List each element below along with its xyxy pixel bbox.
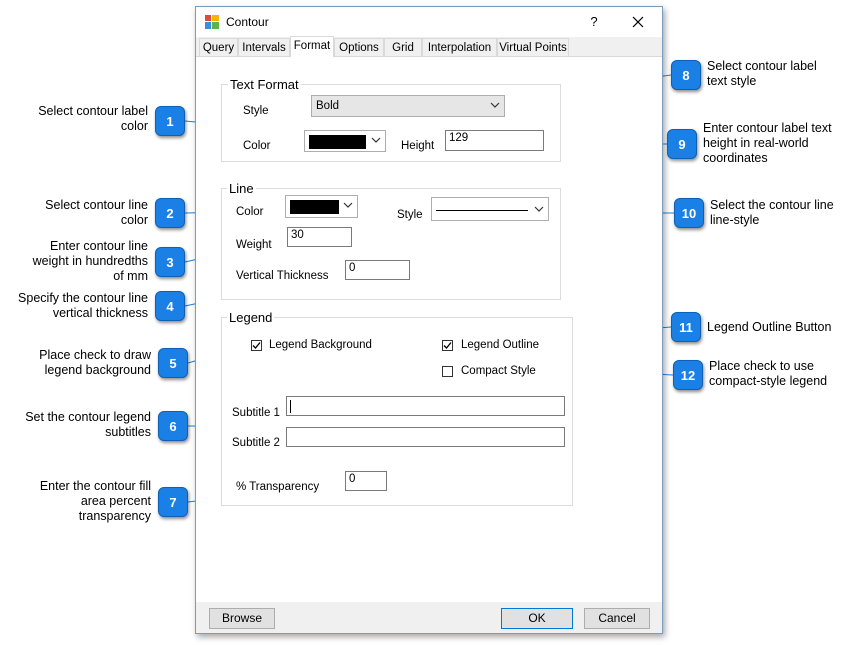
callout-1-text: Select contour label color (38, 104, 148, 133)
text-style-value: Bold (316, 100, 340, 112)
browse-button[interactable]: Browse (209, 608, 275, 629)
line-color-swatch (290, 200, 339, 214)
callout-10-badge: 10 (674, 198, 704, 228)
line-color-label: Color (236, 206, 264, 218)
weight-label: Weight (236, 239, 272, 251)
callout-10-text: Select the contour line line-style (710, 198, 834, 227)
callout-7-badge: 7 (158, 487, 188, 517)
height-label: Height (401, 140, 435, 152)
line-style-sample (436, 210, 528, 211)
callout-8-text: Select contour label text style (707, 59, 817, 88)
subtitle1-input[interactable] (286, 396, 565, 416)
compact-style-label: Compact Style (461, 365, 536, 377)
vertical-thickness-label: Vertical Thickness (236, 270, 329, 282)
legend-background-label: Legend Background (269, 339, 372, 351)
compact-style-checkbox[interactable] (442, 366, 453, 377)
legend-background-checkbox[interactable] (251, 340, 262, 351)
text-format-title: Text Format (228, 77, 301, 92)
text-style-combo[interactable]: Bold (311, 95, 505, 117)
transparency-input[interactable]: 0 (345, 471, 387, 491)
text-color-combo[interactable] (304, 130, 386, 152)
style-label: Style (243, 105, 269, 117)
callout-2-badge: 2 (155, 198, 185, 228)
callout-9-text: Enter contour label text height in real-… (703, 121, 832, 165)
callout-2-text: Select contour line color (45, 198, 148, 227)
check-icon (443, 342, 452, 349)
tab-format[interactable]: Format (290, 36, 334, 57)
callout-11-badge: 11 (671, 312, 701, 342)
format-tab-page: Text Format Style Bold Color Height 129 … (196, 56, 662, 602)
legend-outline-checkbox[interactable] (442, 340, 453, 351)
vertical-thickness-input[interactable]: 0 (345, 260, 410, 280)
line-title: Line (227, 181, 256, 196)
tab-interpolation[interactable]: Interpolation (422, 38, 497, 56)
callout-12-badge: 12 (673, 360, 703, 390)
close-icon[interactable] (626, 11, 650, 33)
tab-grid[interactable]: Grid (384, 38, 422, 56)
legend-title: Legend (227, 310, 275, 325)
line-color-combo[interactable] (285, 195, 358, 218)
callout-4-badge: 4 (155, 291, 185, 321)
callout-5-text: Place check to draw legend background (39, 348, 151, 377)
line-style-combo[interactable] (431, 197, 549, 221)
check-icon (252, 342, 261, 349)
text-cursor (290, 400, 291, 413)
callout-11-text: Legend Outline Button (707, 320, 832, 334)
text-color-label: Color (243, 140, 271, 152)
callout-5-badge: 5 (158, 348, 188, 378)
callout-6-text: Set the contour legend subtitles (25, 410, 151, 439)
chevron-down-icon (534, 206, 544, 212)
contour-dialog: Contour ? Query Intervals Format Options… (195, 6, 663, 634)
callout-1-badge: 1 (155, 106, 185, 136)
tab-query[interactable]: Query (199, 38, 238, 56)
cancel-button[interactable]: Cancel (584, 608, 650, 629)
ok-button[interactable]: OK (501, 608, 573, 629)
subtitle2-label: Subtitle 2 (232, 437, 280, 449)
app-icon (205, 15, 219, 29)
legend-outline-label: Legend Outline (461, 339, 540, 351)
callout-4-text: Specify the contour line vertical thickn… (18, 291, 148, 320)
height-input[interactable]: 129 (445, 130, 544, 151)
window-title: Contour (226, 15, 269, 29)
callout-9-badge: 9 (667, 129, 697, 159)
weight-input[interactable]: 30 (287, 227, 352, 247)
callout-6-badge: 6 (158, 411, 188, 441)
callout-3-badge: 3 (155, 247, 185, 277)
transparency-label: % Transparency (236, 481, 320, 493)
callout-7-text: Enter the contour fill area percent tran… (39, 479, 151, 523)
tab-options[interactable]: Options (334, 38, 384, 56)
chevron-down-icon (343, 202, 353, 208)
subtitle2-input[interactable] (286, 427, 565, 447)
text-color-swatch (309, 135, 366, 149)
title-bar: Contour ? (196, 7, 662, 37)
callout-3-text: Enter contour line weight in hundredths … (32, 239, 148, 283)
subtitle1-label: Subtitle 1 (232, 407, 280, 419)
callout-8-badge: 8 (671, 60, 701, 90)
tab-intervals[interactable]: Intervals (238, 38, 290, 56)
callout-12-text: Place check to use compact-style legend (709, 359, 828, 388)
line-style-label: Style (397, 209, 423, 221)
help-button[interactable]: ? (582, 12, 606, 32)
tab-virtual-points[interactable]: Virtual Points (497, 38, 569, 56)
chevron-down-icon (490, 102, 500, 108)
chevron-down-icon (371, 137, 381, 143)
